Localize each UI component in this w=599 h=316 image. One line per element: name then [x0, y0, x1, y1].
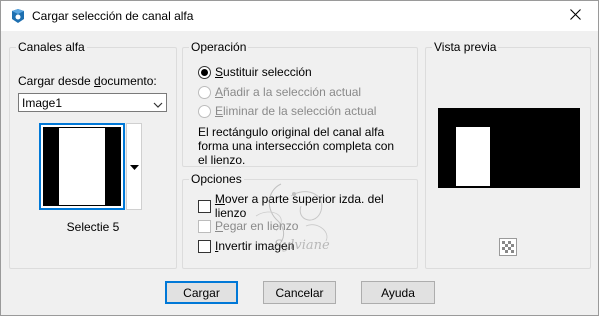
- check-invert-rest: nvertir imagen: [218, 239, 295, 253]
- check-move-mnemonic: M: [214, 192, 225, 206]
- close-icon: [569, 9, 581, 23]
- close-button[interactable]: [552, 1, 598, 31]
- load-button[interactable]: Cargar: [165, 281, 238, 304]
- channel-thumbnail-image: [43, 127, 121, 206]
- alpha-channels-title: Canales alfa: [16, 40, 87, 54]
- radio-add-indicator: [198, 85, 211, 99]
- radio-replace-indicator: [198, 65, 211, 79]
- load-from-document-label: Cargar desde documento:: [18, 74, 157, 88]
- radio-replace-mnemonic: S: [215, 65, 224, 79]
- radio-remove-selection[interactable]: Eliminar de la selección actual: [198, 103, 376, 119]
- check-paste-canvas[interactable]: Pegar en lienzo: [198, 218, 298, 234]
- check-paste-canvas-label: Pegar en lienzo: [215, 219, 298, 233]
- document-select[interactable]: Image1: [18, 93, 167, 112]
- check-move-rest: over a parte superior izda. del lienzo: [214, 192, 384, 220]
- radio-remove-mnemonic: E: [215, 104, 224, 118]
- check-invert-image[interactable]: Invertir imagen: [198, 238, 294, 254]
- preview-image: [438, 108, 580, 188]
- check-paste-canvas-box: [198, 219, 211, 233]
- help-button[interactable]: Ayuda: [361, 281, 435, 304]
- channel-thumbnail[interactable]: [39, 123, 125, 210]
- check-move-top-left-label: Mover a parte superior izda. del lienzo: [215, 192, 417, 220]
- operation-info-line-3: el lienzo.: [198, 153, 246, 167]
- title-bar: Cargar selección de canal alfa: [1, 1, 598, 31]
- preview-zoom-button[interactable]: [499, 238, 517, 256]
- operation-title: Operación: [189, 40, 249, 54]
- preview-title: Vista previa: [432, 40, 499, 54]
- radio-remove-label: Eliminar de la selección actual: [215, 104, 376, 118]
- operation-info: El rectángulo original del canal alfa fo…: [198, 125, 394, 167]
- check-invert-image-box: [198, 239, 211, 253]
- operation-info-line-1: El rectángulo original del canal alfa: [198, 125, 385, 139]
- dropdown-arrow-icon: [130, 160, 139, 174]
- radio-replace-selection[interactable]: Sustituir selección: [198, 64, 312, 80]
- channel-dropdown-button[interactable]: [126, 123, 142, 210]
- document-select-value: Image1: [22, 96, 63, 110]
- check-move-top-left[interactable]: Mover a parte superior izda. del lienzo: [198, 192, 417, 220]
- check-invert-image-label: Invertir imagen: [215, 239, 294, 253]
- paint-app-icon: [10, 8, 26, 24]
- help-button-label: Ayuda: [381, 285, 415, 300]
- load-label-post: ocumento:: [100, 74, 157, 88]
- channel-thumbnail-white-area: [59, 128, 105, 205]
- preview-white-area: [456, 127, 490, 186]
- channel-name: Selectie 5: [66, 220, 120, 234]
- radio-add-mnemonic: A: [215, 85, 224, 99]
- operation-info-line-2: forma una intersección completa con: [198, 139, 395, 153]
- radio-remove-indicator: [198, 104, 211, 118]
- options-group: Opciones Mover a parte superior izda. de…: [182, 172, 418, 269]
- dialog-body: Canales alfa Cargar desde documento: Ima…: [1, 31, 598, 315]
- chevron-down-icon: [153, 98, 163, 112]
- radio-remove-rest: liminar de la selección actual: [223, 104, 377, 118]
- load-label-mnemonic: d: [94, 74, 101, 88]
- dialog-window: Cargar selección de canal alfa Canales a…: [0, 0, 599, 316]
- check-paste-rest: egar en lienzo: [223, 219, 299, 233]
- radio-replace-label: Sustituir selección: [215, 65, 312, 79]
- radio-replace-rest: ustituir selección: [223, 65, 312, 79]
- cancel-button-label: Cancelar: [275, 285, 324, 300]
- check-move-top-left-box: [198, 199, 211, 213]
- radio-add-rest: ñadir a la selección actual: [223, 85, 362, 99]
- preview-group: Vista previa: [425, 40, 591, 269]
- options-title: Opciones: [189, 172, 244, 186]
- cancel-button[interactable]: Cancelar: [263, 281, 336, 304]
- window-title: Cargar selección de canal alfa: [32, 9, 194, 23]
- operation-group: Operación Sustituir selección Añadir a l…: [182, 40, 418, 167]
- check-paste-mnemonic: P: [215, 219, 224, 233]
- alpha-channels-group: Canales alfa Cargar desde documento: Ima…: [9, 40, 177, 269]
- load-label-pre: Cargar desde: [18, 74, 95, 88]
- load-button-label: Cargar: [183, 285, 220, 300]
- radio-add-selection[interactable]: Añadir a la selección actual: [198, 84, 361, 100]
- radio-add-label: Añadir a la selección actual: [215, 85, 361, 99]
- preview-zoom-icon: [502, 241, 514, 256]
